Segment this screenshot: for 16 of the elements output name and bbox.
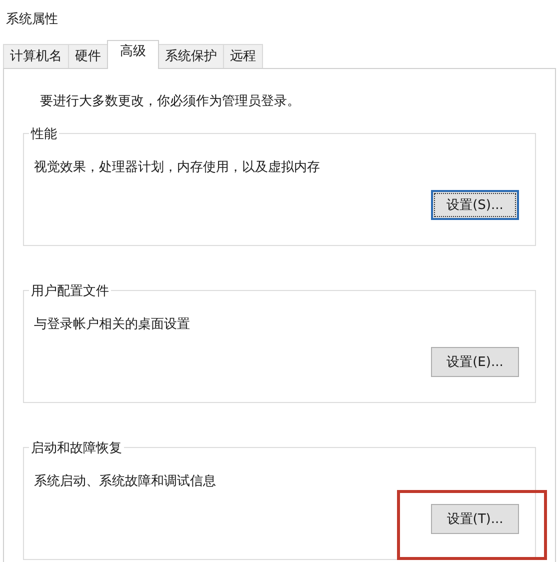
admin-notice: 要进行大多数更改，你必须作为管理员登录。 bbox=[39, 93, 301, 111]
group-title: 启动和故障恢复 bbox=[29, 439, 124, 457]
window-title: 系统属性 bbox=[5, 11, 59, 29]
group-description: 与登录帐户相关的桌面设置 bbox=[34, 316, 191, 334]
tab[interactable]: 硬件 bbox=[68, 44, 108, 68]
group-description: 视觉效果，处理器计划，内存使用，以及虚拟内存 bbox=[34, 159, 321, 177]
tab[interactable]: 计算机名 bbox=[3, 44, 69, 68]
group-description: 系统启动、系统故障和调试信息 bbox=[34, 473, 217, 491]
settings-button[interactable]: 设置(E)... bbox=[431, 347, 519, 377]
group-title: 性能 bbox=[29, 125, 59, 143]
group-title: 用户配置文件 bbox=[29, 282, 111, 300]
settings-button[interactable]: 设置(T)... bbox=[431, 504, 519, 534]
tab[interactable]: 高级 bbox=[107, 40, 159, 69]
tab[interactable]: 远程 bbox=[223, 44, 263, 68]
settings-button[interactable]: 设置(S)... bbox=[431, 190, 519, 220]
tab[interactable]: 系统保护 bbox=[158, 44, 224, 68]
